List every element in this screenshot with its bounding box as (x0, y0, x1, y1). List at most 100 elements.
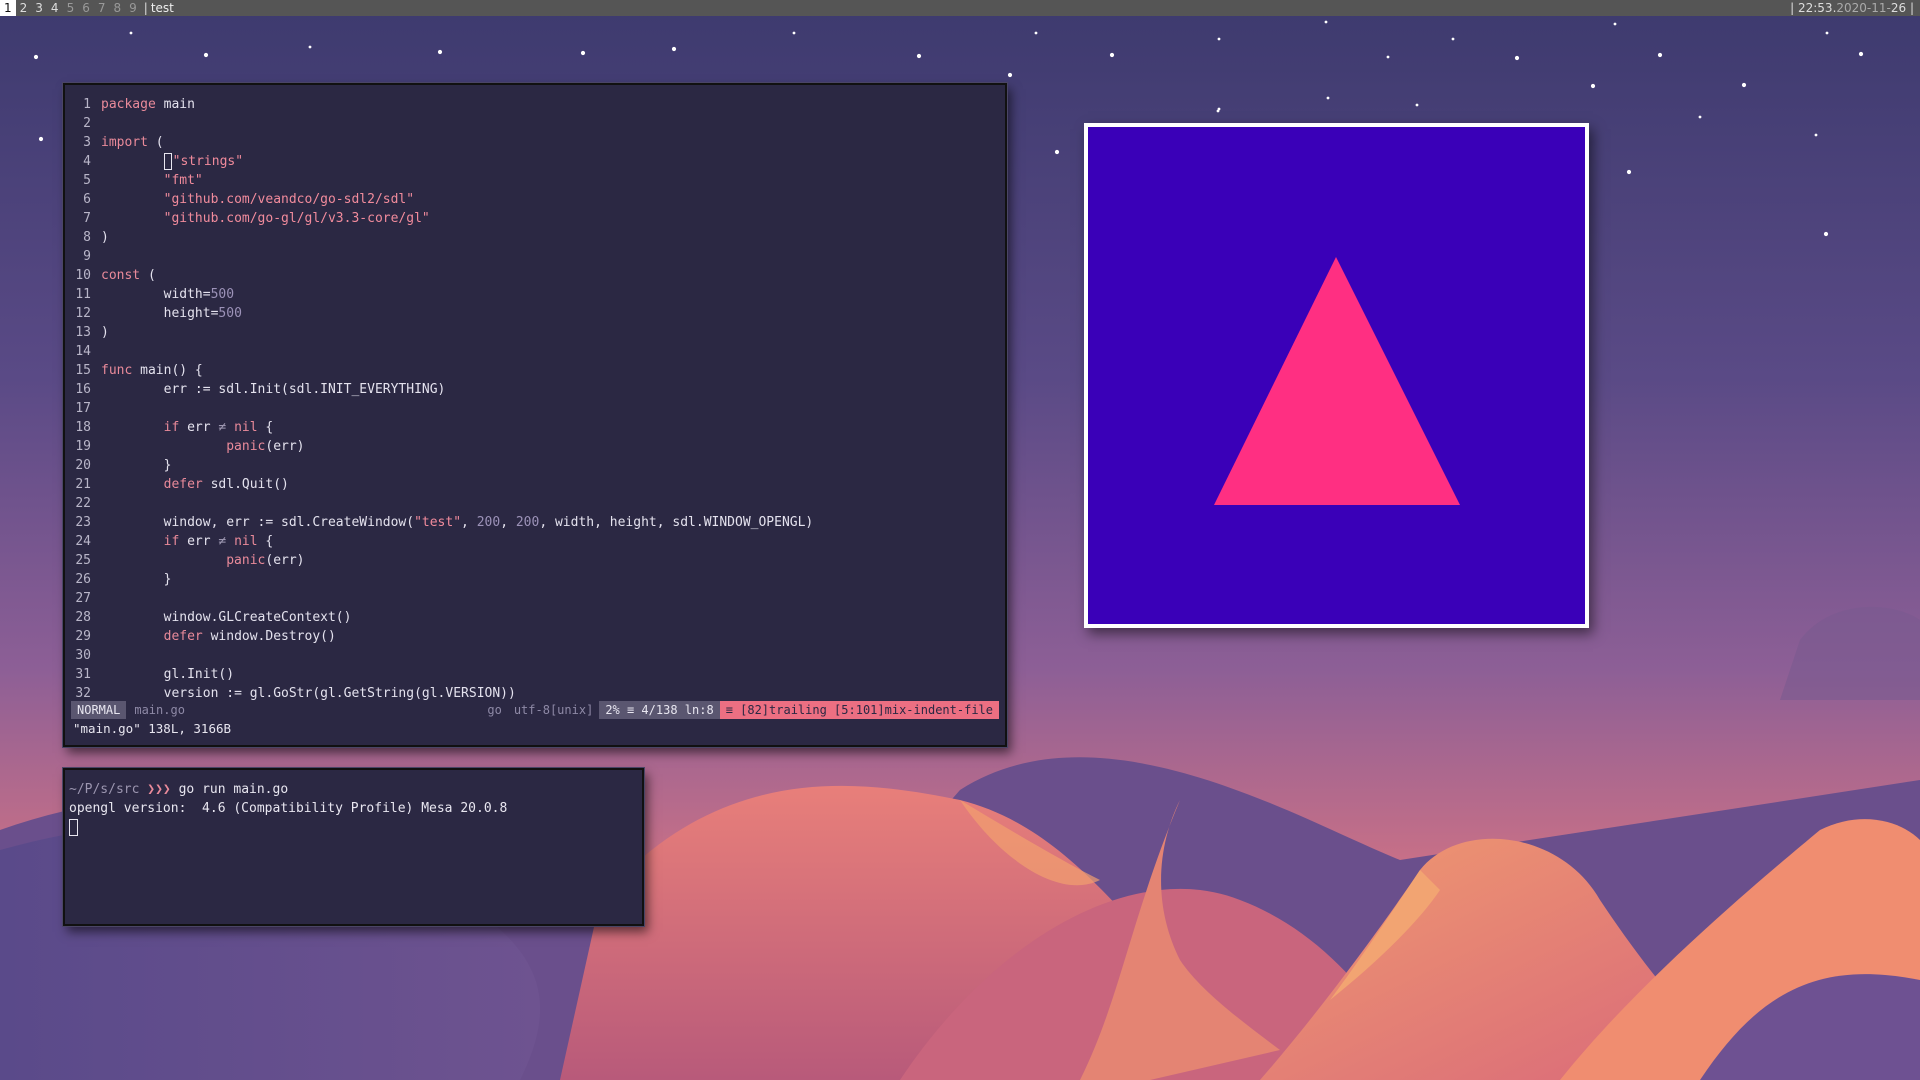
gl-canvas[interactable] (1088, 127, 1585, 624)
line-number: 9 (83, 249, 91, 264)
command-line[interactable]: "main.go" 138L, 3166B (73, 721, 231, 736)
line-text: if err ≠ nil { (101, 532, 274, 551)
token-txt: , (461, 515, 477, 530)
code-line[interactable]: 18 if err ≠ nil { (71, 418, 813, 437)
opengl-test-window[interactable] (1084, 123, 1589, 628)
token-str: "github.com/go-gl/gl/v3.3-core/gl" (163, 211, 430, 226)
code-line[interactable]: 31 gl.Init() (71, 665, 813, 684)
code-line[interactable]: 13) (71, 323, 813, 342)
token-kw: if (163, 534, 180, 549)
token-txt: main (155, 97, 195, 112)
terminal-output[interactable]: ~/P/s/src ❯❯❯ go run main.go opengl versi… (69, 780, 507, 837)
workspace-8[interactable]: 8 (109, 0, 125, 16)
input-line[interactable] (69, 818, 507, 837)
line-text: "github.com/veandco/go-sdl2/sdl" (101, 190, 414, 209)
workspace-9[interactable]: 9 (125, 0, 141, 16)
line-number: 6 (83, 192, 91, 207)
code-line[interactable]: 15 func main() { (71, 361, 813, 380)
code-line[interactable]: 21 defer sdl.Quit() (71, 475, 813, 494)
token-kw: nil (234, 534, 258, 549)
prompt-path: ~/P/s/src (69, 782, 140, 797)
workspace-5[interactable]: 5 (63, 0, 79, 16)
line-number: 8 (83, 230, 91, 245)
clock-date: 2020-11- (1836, 1, 1891, 15)
vim-statusline: NORMAL main.go go utf-8[unix] 2% ≡ 4/138… (71, 701, 999, 719)
code-line[interactable]: 23 window, err := sdl.CreateWindow("test… (71, 513, 813, 532)
workspace-2[interactable]: 2 (16, 0, 32, 16)
token-txt: , (500, 515, 516, 530)
code-line[interactable]: 24 if err ≠ nil { (71, 532, 813, 551)
token-num: 200 (476, 515, 501, 530)
token-kw: func (101, 363, 133, 378)
code-line[interactable]: 22 (71, 494, 813, 513)
line-text: const ( (101, 266, 156, 285)
line-text: height=500 (101, 304, 242, 323)
statusline-spacer (193, 701, 481, 719)
line-number: 7 (83, 211, 91, 226)
token-num: 500 (210, 287, 235, 302)
prompt-line: ~/P/s/src ❯❯❯ go run main.go (69, 780, 507, 799)
code-line[interactable]: 25 panic(err) (71, 551, 813, 570)
line-text: window.GLCreateContext() (101, 608, 352, 627)
code-line[interactable]: 10 const ( (71, 266, 813, 285)
code-line[interactable]: 19 panic(err) (71, 437, 813, 456)
code-line[interactable]: 3 import ( (71, 133, 813, 152)
token-txt: { (257, 534, 274, 549)
code-line[interactable]: 7 "github.com/go-gl/gl/v3.3-core/gl" (71, 209, 813, 228)
line-text: width=500 (101, 285, 234, 304)
token-txt: (err) (265, 439, 305, 454)
line-number: 14 (75, 344, 91, 359)
line-number: 3 (83, 135, 91, 150)
workspace-4[interactable]: 4 (47, 0, 63, 16)
token-txt: } (163, 458, 172, 473)
code-line[interactable]: 11 width=500 (71, 285, 813, 304)
token-txt: main() { (132, 363, 203, 378)
file-name: main.go (134, 703, 185, 717)
token-txt: width= (163, 287, 211, 302)
code-line[interactable]: 12 height=500 (71, 304, 813, 323)
line-text: panic(err) (101, 551, 304, 570)
code-line[interactable]: 17 (71, 399, 813, 418)
editor-window[interactable]: 1 package main 2 3 import (4 "strings" 5 "fmt… (63, 83, 1007, 747)
token-str: "github.com/veandco/go-sdl2/sdl" (163, 192, 415, 207)
mode-indicator: NORMAL (71, 701, 127, 719)
top-bar: 123456789 | test | 22:53. 2020-11- 26 | (0, 0, 1920, 16)
code-line[interactable]: 5 "fmt" (71, 171, 813, 190)
token-str: "test" (414, 515, 462, 530)
code-line[interactable]: 6 "github.com/veandco/go-sdl2/sdl" (71, 190, 813, 209)
code-line[interactable]: 27 (71, 589, 813, 608)
workspace-1[interactable]: 1 (0, 0, 16, 16)
code-line[interactable]: 9 (71, 247, 813, 266)
clock-right-separator: | (1906, 1, 1914, 15)
code-line[interactable]: 26 } (71, 570, 813, 589)
token-txt: sdl.Quit() (202, 477, 289, 492)
clock-left-separator: | (1790, 1, 1798, 15)
whitespace-warnings: ≡ [82]trailing [5:101]mix-indent-file (719, 701, 999, 719)
file-type: go (487, 703, 502, 717)
code-line[interactable]: 2 (71, 114, 813, 133)
workspace-6[interactable]: 6 (78, 0, 94, 16)
code-line[interactable]: 30 (71, 646, 813, 665)
line-number: 20 (75, 458, 91, 473)
line-number: 18 (75, 420, 91, 435)
code-line[interactable]: 4 "strings" (71, 152, 813, 171)
token-txt: { (257, 420, 274, 435)
code-line[interactable]: 29 defer window.Destroy() (71, 627, 813, 646)
line-number: 21 (75, 477, 91, 492)
code-line[interactable]: 14 (71, 342, 813, 361)
code-buffer[interactable]: 1 package main 2 3 import (4 "strings" 5 "fmt… (71, 95, 813, 703)
terminal-window[interactable]: ~/P/s/src ❯❯❯ go run main.go opengl versi… (63, 768, 644, 926)
code-line[interactable]: 1 package main (71, 95, 813, 114)
code-line[interactable]: 20 } (71, 456, 813, 475)
line-text: window, err := sdl.CreateWindow("test" , … (101, 513, 814, 532)
token-kw: const (101, 268, 141, 283)
line-number: 22 (75, 496, 91, 511)
line-text: ) (101, 228, 109, 247)
code-line[interactable]: 28 window.GLCreateContext() (71, 608, 813, 627)
clock-time: 22:53. (1797, 1, 1837, 15)
code-line[interactable]: 16 err := sdl.Init(sdl.INIT_EVERYTHING) (71, 380, 813, 399)
workspace-3[interactable]: 3 (31, 0, 47, 16)
token-fn: panic (226, 439, 266, 454)
workspace-7[interactable]: 7 (94, 0, 110, 16)
code-line[interactable]: 8) (71, 228, 813, 247)
